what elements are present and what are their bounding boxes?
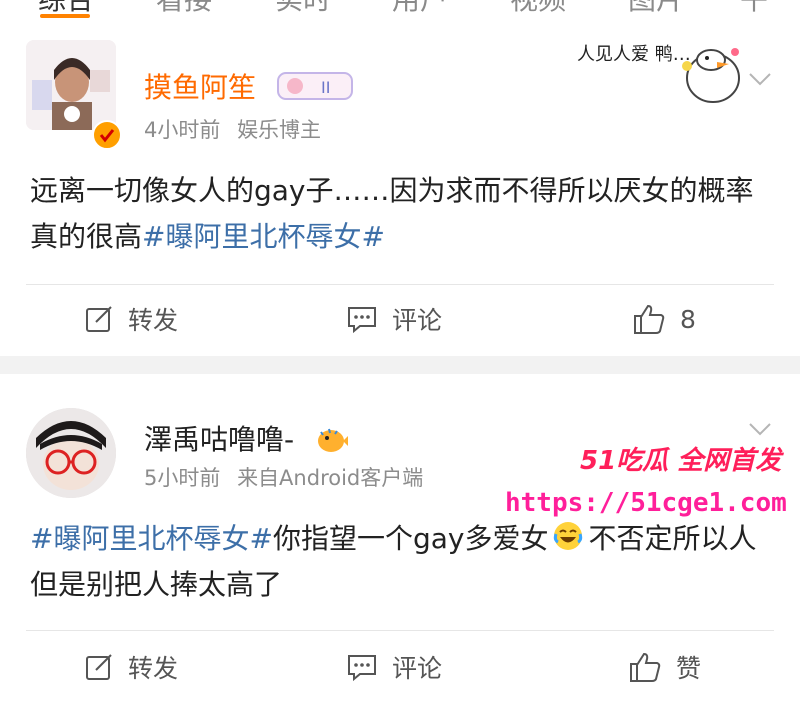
level-badge: II [276, 71, 353, 108]
topic-link[interactable]: #曝阿里北杯辱女# [30, 522, 273, 555]
svg-text:人见人爱 鸭…: 人见人爱 鸭… [577, 44, 691, 65]
divider [26, 284, 774, 285]
chevron-down-icon[interactable] [748, 422, 772, 436]
topic-link[interactable]: #曝阿里北杯辱女# [142, 220, 385, 253]
repost-label: 转发 [128, 654, 179, 683]
like-count: 8 [680, 304, 696, 334]
username[interactable]: 澤禹咕噜噜- [144, 418, 349, 458]
svg-text:II: II [321, 78, 330, 97]
post-meta: 4小时前 娱乐博主 [144, 114, 321, 144]
tab-users[interactable]: 用户 [392, 0, 448, 18]
repost-button[interactable]: 转发 [84, 642, 178, 692]
like-button[interactable]: 8 [632, 294, 696, 344]
avatar[interactable] [26, 40, 116, 130]
chevron-down-icon[interactable] [748, 72, 772, 86]
comment-button[interactable]: 评论 [346, 642, 442, 692]
comment-icon [348, 307, 376, 334]
post-time: 4小时前 [144, 118, 221, 142]
post-text: 远离一切像女人的gay子……因为求而不得所以厌女的概率真的很高#曝阿里北杯辱女# [30, 174, 754, 253]
repost-icon [86, 306, 112, 332]
tab-hot[interactable]: 看接 [156, 0, 212, 18]
tab-images[interactable]: 图片 [628, 0, 684, 18]
post-time: 5小时前 [144, 466, 221, 490]
like-button[interactable]: 赞 [628, 642, 701, 692]
like-label: 赞 [676, 654, 702, 683]
comment-button[interactable]: 评论 [346, 294, 442, 344]
thumbs-up-icon [630, 652, 661, 682]
tab-video[interactable]: 视频 [510, 0, 566, 18]
watermark-url: https://51cge1.com [505, 488, 787, 518]
post-actions: 转发 评论 赞 [0, 642, 800, 692]
tab-realtime[interactable]: 实时 [275, 0, 331, 18]
repost-label: 转发 [128, 306, 179, 335]
post-actions: 转发 评论 8 [0, 294, 800, 344]
repost-icon [86, 654, 112, 680]
post-source: 娱乐博主 [237, 118, 322, 142]
comment-icon [348, 655, 376, 682]
post-text: #曝阿里北杯辱女#你指望一个gay多爱女 不否定所以人但是别把人捧太高了 [30, 520, 757, 601]
comment-label: 评论 [392, 654, 443, 683]
post-meta: 5小时前 来自Android客户端 [144, 462, 423, 492]
decorative-sticker: 人见人爱 鸭… [575, 38, 745, 108]
divider [26, 630, 774, 631]
tab-more[interactable]: 午 [740, 0, 768, 18]
verified-badge-icon [92, 120, 122, 150]
username[interactable]: 摸鱼阿笙 II [144, 66, 353, 108]
comment-label: 评论 [392, 306, 443, 335]
top-tab-bar: 综合 看接 实时 用户 视频 图片 午 [0, 0, 800, 18]
active-tab-indicator [40, 14, 90, 18]
repost-button[interactable]: 转发 [84, 294, 178, 344]
laughing-emoji-icon [552, 520, 584, 552]
post-separator [0, 356, 800, 374]
pufferfish-icon [318, 428, 349, 452]
avatar[interactable] [26, 408, 116, 498]
thumbs-up-icon [634, 304, 665, 334]
post-source: 来自Android客户端 [237, 466, 424, 490]
watermark-title: 51吃瓜 全网首发 [580, 446, 782, 476]
